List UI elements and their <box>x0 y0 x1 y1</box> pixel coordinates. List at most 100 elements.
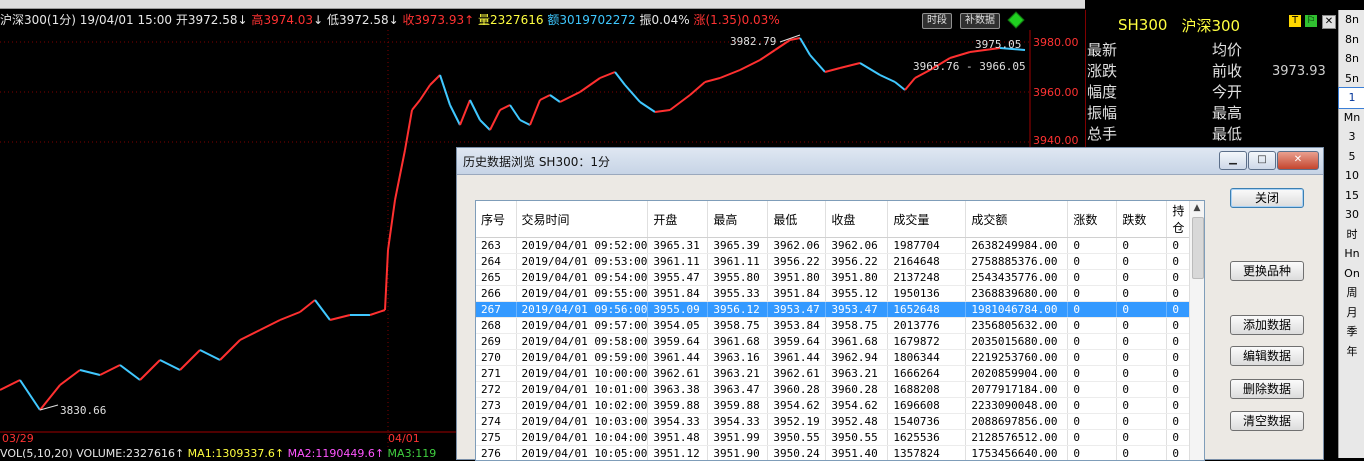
open-value: 3972.58 <box>188 13 238 27</box>
period-button[interactable]: 8n <box>1339 49 1364 69</box>
minimize-button[interactable]: ▁ <box>1219 151 1247 170</box>
maximize-button[interactable]: □ <box>1248 151 1276 170</box>
grid-scrollbar[interactable]: ▲ <box>1189 201 1204 460</box>
quote-right-label: 最低 <box>1212 124 1272 145</box>
period-button[interactable]: 月 <box>1339 303 1364 323</box>
table-header: 序号交易时间开盘最高最低收盘成交量成交额涨数跌数持仓 <box>476 201 1192 238</box>
period-button[interactable]: 时 <box>1339 225 1364 245</box>
period-button[interactable]: Mn <box>1339 108 1364 128</box>
table-cell: 0 <box>1068 446 1117 461</box>
table-cell: 3952.48 <box>826 414 888 430</box>
table-row[interactable]: 2712019/04/01 10:00:003962.613963.213962… <box>476 366 1192 382</box>
column-header[interactable]: 成交量 <box>888 201 966 238</box>
price-trace-segment <box>825 68 840 72</box>
period-toolbar: 8n8n8n5n1Mn35101530时HnOn周月季年 <box>1338 10 1364 458</box>
table-cell: 3955.09 <box>648 302 708 318</box>
period-button[interactable]: 8n <box>1339 10 1364 30</box>
table-cell: 3965.39 <box>708 238 768 254</box>
table-row[interactable]: 2652019/04/01 09:54:003955.473955.803951… <box>476 270 1192 286</box>
period-button[interactable]: 5 <box>1339 147 1364 167</box>
delete-data-button[interactable]: 删除数据 <box>1230 379 1304 399</box>
period-button[interactable]: 年 <box>1339 342 1364 362</box>
table-cell: 3963.47 <box>708 382 768 398</box>
close-panel-icon[interactable]: ✕ <box>1322 15 1336 29</box>
price-trace-segment <box>840 63 860 68</box>
column-header[interactable]: 收盘 <box>826 201 888 238</box>
flag-icon[interactable]: ⚐ <box>1305 15 1317 27</box>
table-row[interactable]: 2762019/04/01 10:05:003951.123951.903950… <box>476 446 1192 461</box>
dialog-titlebar[interactable]: 历史数据浏览 SH300：1分 <box>457 148 1323 175</box>
table-cell: 2019/04/01 09:53:00 <box>516 254 648 270</box>
table-row[interactable]: 2682019/04/01 09:57:003954.053958.753953… <box>476 318 1192 334</box>
quote-left-label: 涨跌 <box>1086 61 1212 82</box>
table-cell: 0 <box>1117 238 1167 254</box>
price-trace-segment <box>20 380 40 410</box>
scroll-thumb[interactable] <box>1192 217 1204 279</box>
period-button[interactable]: 10 <box>1339 166 1364 186</box>
column-header[interactable]: 最低 <box>768 201 826 238</box>
table-row[interactable]: 2692019/04/01 09:58:003959.643961.683959… <box>476 334 1192 350</box>
price-trace-segment <box>540 95 550 100</box>
fill-data-button[interactable]: 补数据 <box>960 13 1000 29</box>
history-data-grid[interactable]: 序号交易时间开盘最高最低收盘成交量成交额涨数跌数持仓 2632019/04/01… <box>475 200 1205 461</box>
table-row[interactable]: 2672019/04/01 09:56:003955.093956.123953… <box>476 302 1192 318</box>
column-header[interactable]: 最高 <box>708 201 768 238</box>
column-header[interactable]: 序号 <box>476 201 516 238</box>
table-cell: 2356805632.00 <box>966 318 1068 334</box>
timeframe-button[interactable]: 时段 <box>922 13 952 29</box>
table-cell: 3951.80 <box>768 270 826 286</box>
column-header[interactable]: 交易时间 <box>516 201 648 238</box>
table-cell: 0 <box>1117 350 1167 366</box>
close-window-button[interactable]: ✕ <box>1277 151 1319 170</box>
table-row[interactable]: 2642019/04/01 09:53:003961.113961.113956… <box>476 254 1192 270</box>
close-button[interactable]: 关闭 <box>1230 188 1304 208</box>
table-cell: 0 <box>1117 446 1167 461</box>
trade-icon[interactable]: T <box>1289 15 1301 27</box>
clear-data-button[interactable]: 清空数据 <box>1230 411 1304 431</box>
column-header[interactable]: 涨数 <box>1068 201 1117 238</box>
table-row[interactable]: 2662019/04/01 09:55:003951.843955.333951… <box>476 286 1192 302</box>
quote-row: 振幅最高 <box>1086 103 1338 124</box>
price-trace-segment <box>460 100 470 125</box>
table-row[interactable]: 2752019/04/01 10:04:003951.483951.993950… <box>476 430 1192 446</box>
period-button[interactable]: 5n <box>1339 69 1364 89</box>
table-cell: 2077917184.00 <box>966 382 1068 398</box>
table-cell: 2368839680.00 <box>966 286 1068 302</box>
table-cell: 0 <box>1068 254 1117 270</box>
period-button[interactable]: Hn <box>1339 244 1364 264</box>
price-trace-segment <box>220 340 240 360</box>
table-row[interactable]: 2732019/04/01 10:02:003959.883959.883954… <box>476 398 1192 414</box>
column-header[interactable]: 开盘 <box>648 201 708 238</box>
add-data-button[interactable]: 添加数据 <box>1230 315 1304 335</box>
edit-data-button[interactable]: 编辑数据 <box>1230 346 1304 366</box>
period-button[interactable]: 3 <box>1339 127 1364 147</box>
price-trace-segment <box>412 100 420 110</box>
period-button[interactable]: 季 <box>1339 322 1364 342</box>
price-trace-segment <box>600 72 615 78</box>
column-header[interactable]: 跌数 <box>1117 201 1167 238</box>
period-button[interactable]: 15 <box>1339 186 1364 206</box>
indicator-ma3: MA3:119 <box>388 448 437 458</box>
change-symbol-button[interactable]: 更换品种 <box>1230 261 1304 281</box>
period-button[interactable]: 1 <box>1339 88 1364 108</box>
price-trace-segment <box>470 100 480 120</box>
column-header[interactable]: 成交额 <box>966 201 1068 238</box>
table-row[interactable]: 2702019/04/01 09:59:003961.443963.163961… <box>476 350 1192 366</box>
table-cell: 273 <box>476 398 516 414</box>
table-cell: 3951.99 <box>708 430 768 446</box>
table-cell: 271 <box>476 366 516 382</box>
price-trace-segment <box>40 385 60 410</box>
period-button[interactable]: 周 <box>1339 283 1364 303</box>
table-cell: 3962.06 <box>768 238 826 254</box>
period-button[interactable]: On <box>1339 264 1364 284</box>
period-button[interactable]: 30 <box>1339 205 1364 225</box>
table-cell: 3953.47 <box>826 302 888 318</box>
table-cell: 0 <box>1117 334 1167 350</box>
table-row[interactable]: 2632019/04/01 09:52:003965.313965.393962… <box>476 238 1192 254</box>
price-trace-segment <box>580 78 600 92</box>
period-button[interactable]: 8n <box>1339 30 1364 50</box>
table-row[interactable]: 2742019/04/01 10:03:003954.333954.333952… <box>476 414 1192 430</box>
table-cell: 2137248 <box>888 270 966 286</box>
scroll-up-icon[interactable]: ▲ <box>1190 201 1204 215</box>
table-row[interactable]: 2722019/04/01 10:01:003963.383963.473960… <box>476 382 1192 398</box>
